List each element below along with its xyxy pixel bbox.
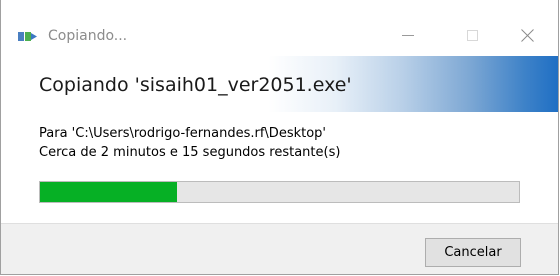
- title-bar[interactable]: Copiando...: [1, 0, 558, 56]
- destination-text: Para 'C:\Users\rodrigo-fernandes.rf\Desk…: [39, 126, 326, 141]
- minimize-button[interactable]: [385, 18, 431, 52]
- dialog-footer: Cancelar: [1, 223, 558, 274]
- close-button[interactable]: [504, 18, 550, 52]
- copy-dialog: Copiando... Copiando 'sisaih01_ver2051.e…: [0, 0, 559, 275]
- minimize-icon: [402, 34, 414, 36]
- copy-icon: [18, 32, 37, 41]
- progress-bar: [39, 181, 520, 203]
- cancel-button[interactable]: Cancelar: [425, 238, 521, 267]
- copy-header-title: Copiando 'sisaih01_ver2051.exe': [39, 74, 352, 96]
- header-banner: Copiando 'sisaih01_ver2051.exe': [1, 56, 558, 112]
- time-remaining-text: Cerca de 2 minutos e 15 segundos restant…: [39, 145, 341, 160]
- close-icon: [520, 28, 534, 42]
- window-title: Copiando...: [48, 28, 128, 44]
- maximize-icon: [466, 29, 478, 41]
- progress-fill: [40, 182, 177, 202]
- maximize-button[interactable]: [449, 18, 495, 52]
